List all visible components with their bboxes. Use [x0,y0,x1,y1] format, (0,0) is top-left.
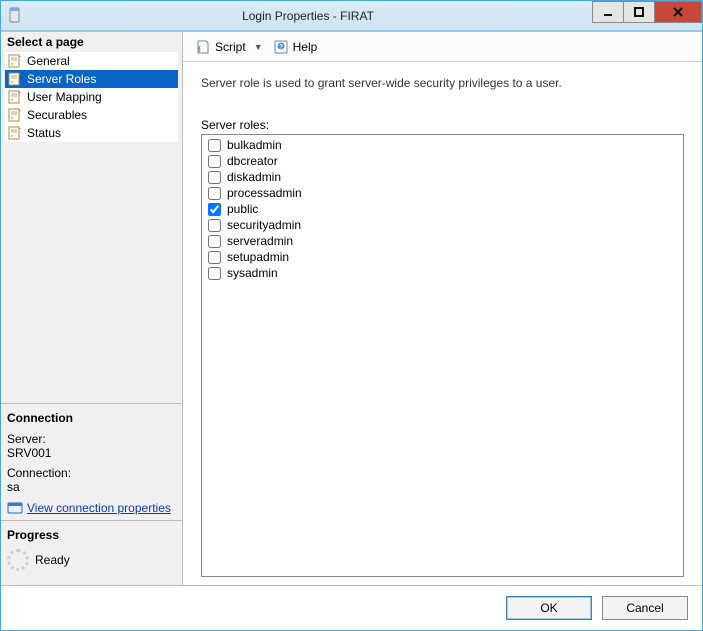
cancel-button[interactable]: Cancel [602,596,688,620]
page-icon [7,125,23,141]
sidebar-item-securables[interactable]: Securables [5,106,178,124]
sidebar-item-general[interactable]: General [5,52,178,70]
role-item-setupadmin[interactable]: setupadmin [206,249,679,265]
role-label: diskadmin [227,169,281,185]
content-area: Server role is used to grant server-wide… [183,62,702,585]
page-icon [7,53,23,69]
login-properties-window: Login Properties - FIRAT Select a page G… [0,0,703,631]
role-label: serveradmin [227,233,293,249]
sidebar-item-status[interactable]: Status [5,124,178,142]
view-connection-properties-link[interactable]: View connection properties [7,500,176,516]
server-roles-label: Server roles: [201,118,684,132]
sidebar-item-label: General [27,54,70,68]
progress-header: Progress [7,525,176,545]
body-area: Select a page General Server Roles User Ma… [1,31,702,585]
role-checkbox-securityadmin[interactable] [208,219,221,232]
progress-spinner-icon [7,549,29,571]
sidebar-item-label: Securables [27,108,87,122]
titlebar: Login Properties - FIRAT [1,1,702,31]
page-icon [7,107,23,123]
role-item-dbcreator[interactable]: dbcreator [206,153,679,169]
role-checkbox-public[interactable] [208,203,221,216]
page-icon [7,71,23,87]
sidebar-item-label: Server Roles [27,72,96,86]
role-item-processadmin[interactable]: processadmin [206,185,679,201]
server-value: SRV001 [7,446,176,460]
sidebar-item-user-mapping[interactable]: User Mapping [5,88,178,106]
role-item-securityadmin[interactable]: securityadmin [206,217,679,233]
sidebar-item-server-roles[interactable]: Server Roles [5,70,178,88]
role-label: dbcreator [227,153,278,169]
progress-status: Ready [35,553,70,567]
view-connection-properties-text: View connection properties [27,501,171,515]
svg-text:?: ? [279,44,283,50]
role-checkbox-setupadmin[interactable] [208,251,221,264]
right-pane: Script ▼ ? Help Server role is used to g… [183,32,702,585]
role-checkbox-processadmin[interactable] [208,187,221,200]
role-label: setupadmin [227,249,289,265]
role-label: securityadmin [227,217,301,233]
close-button[interactable] [654,1,702,23]
maximize-icon [633,6,645,18]
minimize-icon [602,6,614,18]
sidebar-item-label: Status [27,126,61,140]
progress-section: Progress Ready [1,520,182,585]
connection-value: sa [7,480,176,494]
server-label: Server: [7,432,176,446]
app-icon [7,6,23,26]
page-icon [7,89,23,105]
role-item-diskadmin[interactable]: diskadmin [206,169,679,185]
toolbar: Script ▼ ? Help [183,32,702,62]
window-controls [593,1,702,23]
script-dropdown-icon[interactable]: ▼ [254,42,263,52]
role-label: processadmin [227,185,302,201]
maximize-button[interactable] [623,1,655,23]
script-icon [195,39,211,55]
script-button[interactable]: Script [191,37,250,57]
role-item-sysadmin[interactable]: sysadmin [206,265,679,281]
page-list: General Server Roles User Mapping Securable… [5,52,178,142]
script-label: Script [215,40,246,54]
server-roles-list[interactable]: bulkadmindbcreatordiskadminprocessadminp… [201,134,684,577]
role-checkbox-bulkadmin[interactable] [208,139,221,152]
role-label: public [227,201,258,217]
help-label: Help [293,40,318,54]
sidebar-item-label: User Mapping [27,90,102,104]
description-text: Server role is used to grant server-wide… [201,76,684,90]
connection-header: Connection [7,408,176,428]
role-label: sysadmin [227,265,278,281]
role-item-serveradmin[interactable]: serveradmin [206,233,679,249]
role-checkbox-dbcreator[interactable] [208,155,221,168]
role-checkbox-sysadmin[interactable] [208,267,221,280]
role-item-bulkadmin[interactable]: bulkadmin [206,137,679,153]
close-icon [672,6,684,18]
help-icon: ? [273,39,289,55]
connection-section: Connection Server: SRV001 Connection: sa… [1,403,182,520]
bottom-bar: OK Cancel [1,585,702,630]
connection-properties-icon [7,500,23,516]
minimize-button[interactable] [592,1,624,23]
help-button[interactable]: ? Help [269,37,322,57]
left-pane: Select a page General Server Roles User Ma… [1,32,183,585]
connection-label: Connection: [7,466,176,480]
select-page-header: Select a page [1,32,182,52]
window-title: Login Properties - FIRAT [23,9,593,23]
role-item-public[interactable]: public [206,201,679,217]
ok-button[interactable]: OK [506,596,592,620]
role-checkbox-serveradmin[interactable] [208,235,221,248]
role-label: bulkadmin [227,137,282,153]
role-checkbox-diskadmin[interactable] [208,171,221,184]
